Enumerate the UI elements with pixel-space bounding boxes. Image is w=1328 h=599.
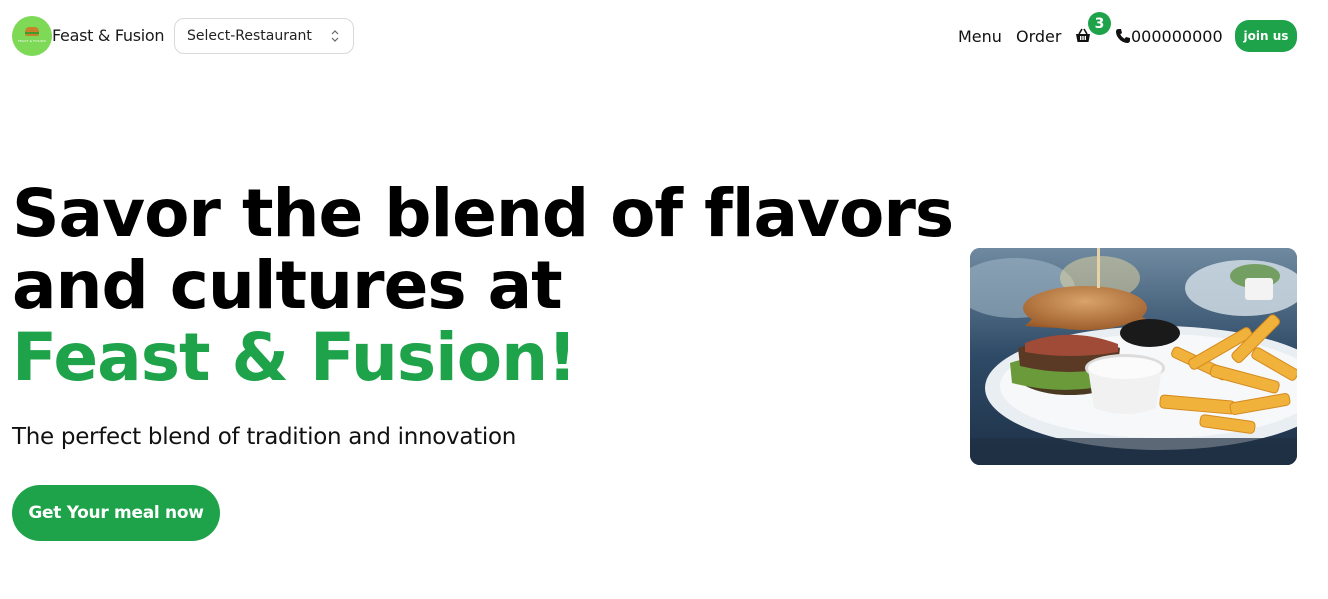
burger-and-fries-image xyxy=(970,248,1297,465)
hero-subtitle: The perfect blend of tradition and innov… xyxy=(12,424,517,450)
nav-order-link[interactable]: Order xyxy=(1016,27,1061,46)
hero-title-line-1: Savor the blend of flavors xyxy=(12,175,954,252)
restaurant-select[interactable]: Select-Restaurant xyxy=(174,18,354,54)
hero-food-image xyxy=(970,248,1297,465)
brand-name[interactable]: Feast & Fusion xyxy=(52,26,165,45)
logo[interactable]: FEAST & FUSION xyxy=(12,16,52,56)
burger-icon xyxy=(25,27,39,36)
phone-number[interactable]: 000000000 xyxy=(1131,27,1223,46)
phone-icon xyxy=(1116,29,1130,43)
cart-count-badge: 3 xyxy=(1088,12,1111,35)
get-meal-button[interactable]: Get Your meal now xyxy=(12,485,220,541)
restaurant-select-value: Select-Restaurant xyxy=(187,28,312,44)
logo-text: FEAST & FUSION xyxy=(18,39,46,43)
hero-title: Savor the blend of flavors and cultures … xyxy=(12,175,954,396)
join-us-button[interactable]: join us xyxy=(1235,20,1297,52)
site-header: FEAST & FUSION Feast & Fusion Select-Res… xyxy=(0,0,1328,72)
nav-menu-link[interactable]: Menu xyxy=(958,27,1002,46)
hero-title-line-2: and cultures at xyxy=(12,247,563,324)
hero-title-accent: Feast & Fusion! xyxy=(12,319,577,396)
chevron-updown-icon xyxy=(331,30,339,42)
